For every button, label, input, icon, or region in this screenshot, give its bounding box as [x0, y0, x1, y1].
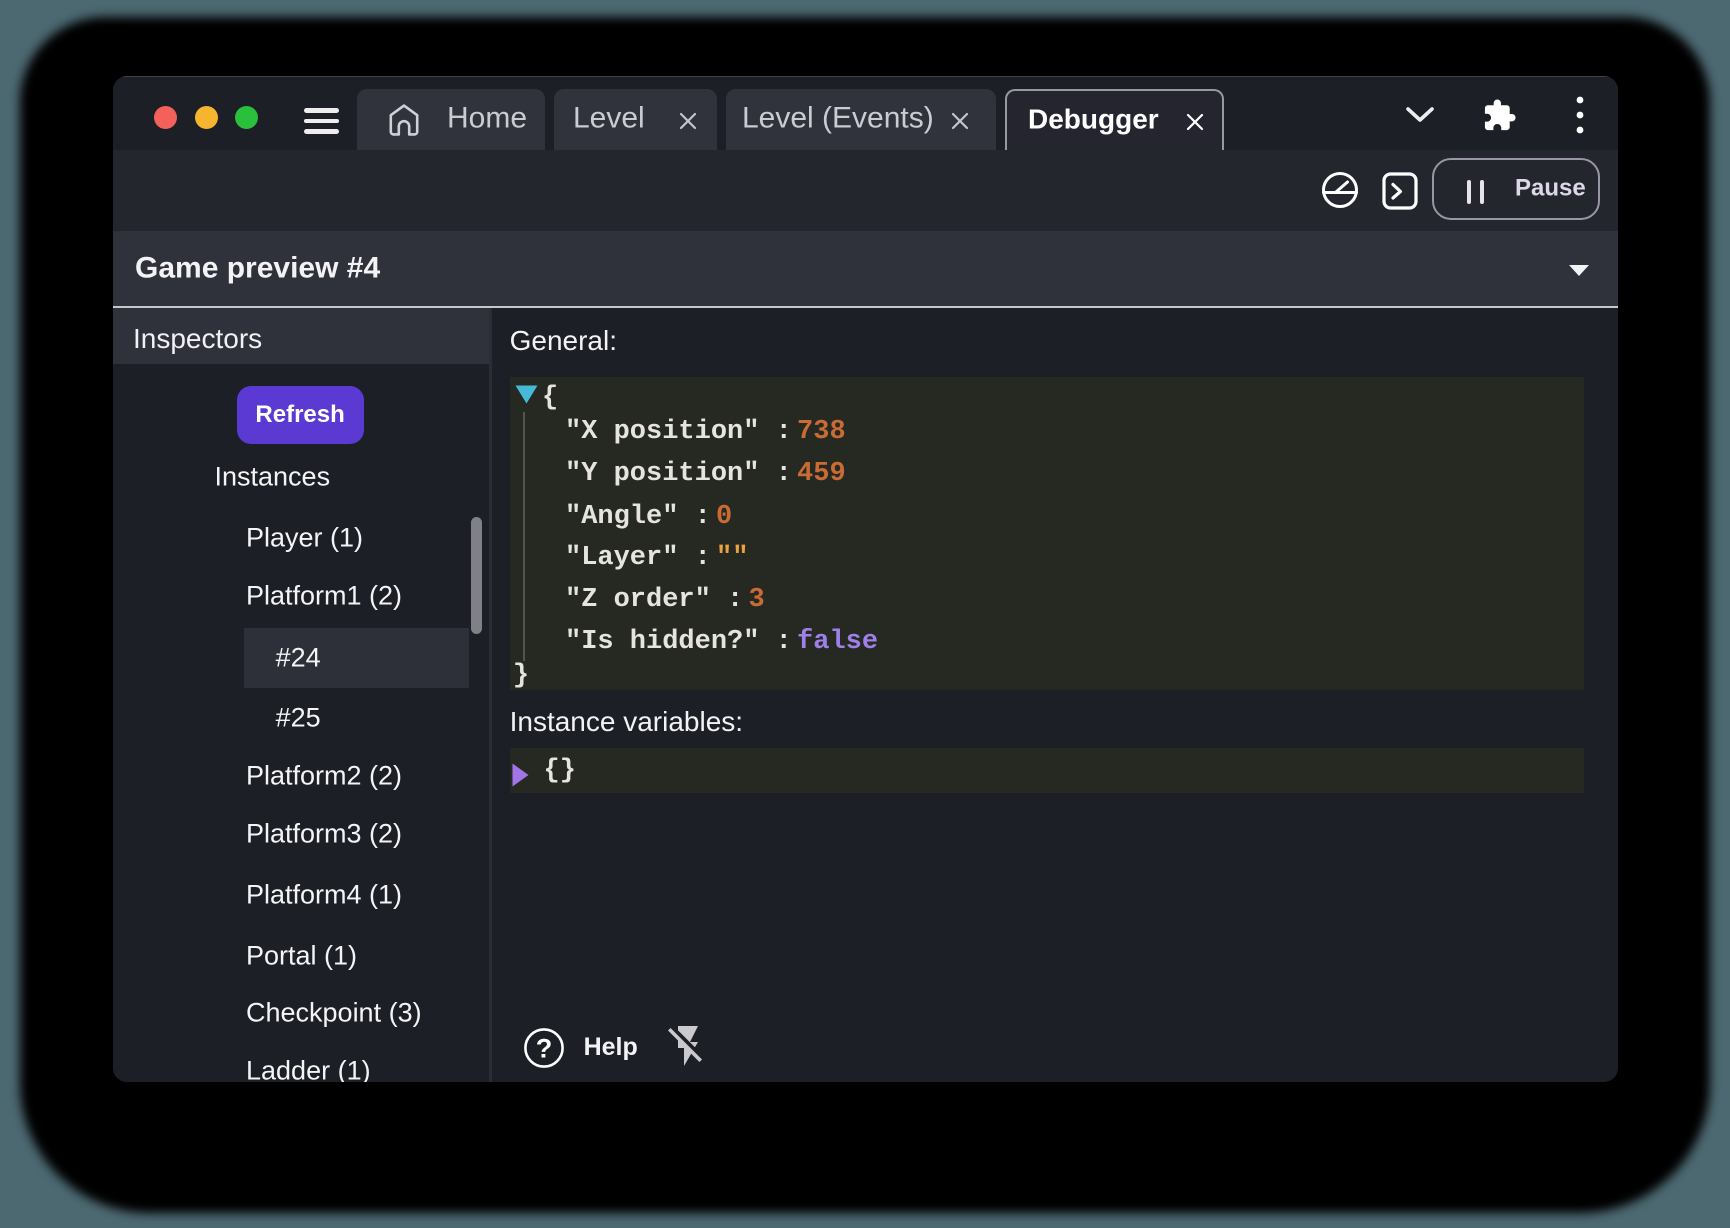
- svg-text:?: ?: [536, 1034, 553, 1064]
